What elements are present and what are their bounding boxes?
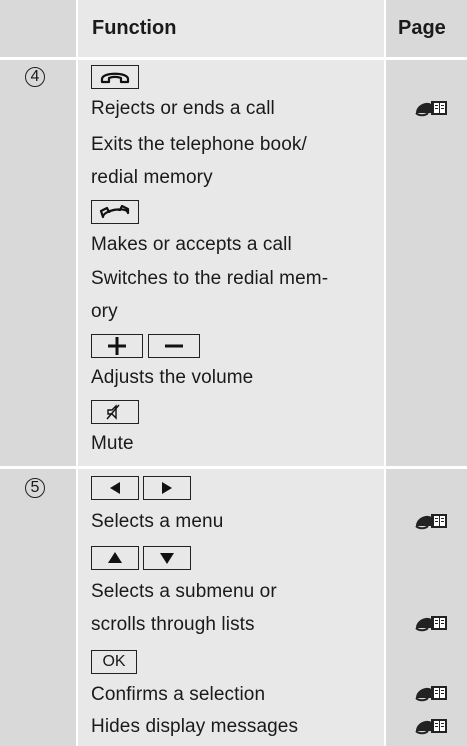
mute-key-icon [91,400,139,424]
ok-key-label: OK [102,653,126,670]
steering-wheel-book-icon [415,686,447,702]
function-header: Function [92,17,177,39]
ok-key: OK [91,650,137,674]
accept-call-key-icon [91,200,139,224]
hides-messages-text: Hides display messages [91,716,299,737]
redial-memory-text: redial memory [91,167,213,188]
header-divider [0,57,467,60]
page-header: Page [398,17,446,39]
confirms-selection-text: Confirms a selection [91,684,266,705]
steering-wheel-book-icon [415,616,447,632]
plus-key-icon [91,334,143,358]
up-arrow-key-icon [91,546,139,570]
selects-submenu-text: Selects a submenu or [91,581,277,602]
function-table: Function Page 4 Rejects or ends a call E… [0,0,467,746]
scrolls-lists-text: scrolls through lists [91,614,255,635]
adjusts-volume-text: Adjusts the volume [91,367,254,388]
steering-wheel-book-icon [415,514,447,530]
row-number-4: 4 [25,67,45,87]
right-arrow-key-icon [143,476,191,500]
exits-phonebook-text: Exits the telephone book/ [91,134,307,155]
minus-key-icon [148,334,200,358]
switches-redial-text: Switches to the redial mem- [91,268,329,289]
row-number-5: 5 [25,478,45,498]
steering-wheel-book-icon [415,101,447,117]
end-call-key-icon [91,65,139,89]
left-arrow-key-icon [91,476,139,500]
number-column [0,0,76,746]
selects-menu-text: Selects a menu [91,511,224,532]
makes-call-text: Makes or accepts a call [91,234,292,255]
down-arrow-key-icon [143,546,191,570]
switches-redial-text-cont: ory [91,301,118,322]
steering-wheel-book-icon [415,719,447,735]
row-divider [0,466,467,469]
rejects-call-text: Rejects or ends a call [91,98,275,119]
mute-text: Mute [91,433,134,454]
